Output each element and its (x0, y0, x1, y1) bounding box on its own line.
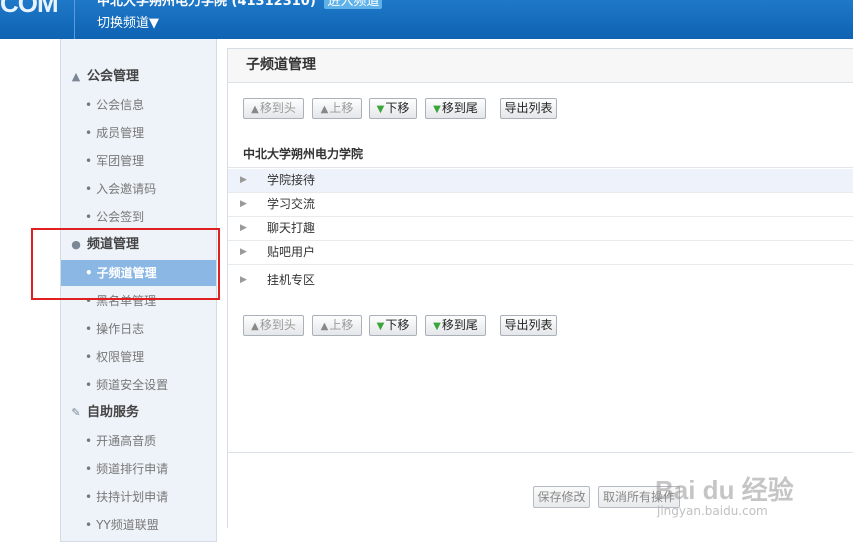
expand-arrow-icon[interactable]: ▶ (240, 169, 247, 192)
group-label: 公会管理 (87, 69, 140, 84)
sidebar-item-ranking[interactable]: • 频道排行申请 (61, 456, 216, 482)
expand-arrow-icon[interactable]: ▶ (240, 217, 247, 240)
subchannel-label: 挂机专区 (267, 273, 316, 287)
enter-channel-button[interactable]: 进入频道 (324, 0, 383, 9)
move-down-button[interactable]: ▼下移 (369, 98, 417, 119)
sidebar-item-label: 操作日志 (96, 322, 145, 336)
sidebar-item-yy-alliance[interactable]: • YY频道联盟 (61, 512, 216, 538)
expand-arrow-icon[interactable]: ▶ (240, 193, 247, 216)
sidebar-item-label: 开通高音质 (96, 434, 157, 448)
button-label: 移到尾 (441, 318, 478, 332)
brand-logo: COM (0, 0, 59, 18)
header-divider (74, 0, 75, 39)
wrench-icon: ✎ (71, 406, 81, 419)
org-row: 中北大学朔州电力学院 (228, 141, 853, 168)
button-label: 移到尾 (441, 101, 478, 115)
action-bar: 保存修改 取消所有操作 (228, 452, 853, 528)
subchannel-row[interactable]: ▶ 贴吧用户 (228, 241, 853, 265)
sidebar-item-invite-code[interactable]: • 入会邀请码 (61, 176, 216, 202)
sidebar-item-label: 成员管理 (96, 126, 145, 140)
save-changes-button[interactable]: 保存修改 (533, 486, 590, 508)
move-top-icon: ▲ (251, 104, 259, 115)
expand-arrow-icon[interactable]: ▶ (240, 241, 247, 264)
export-list-button[interactable]: 导出列表 (500, 98, 557, 119)
top-header: COM 中北大学朔州电力学院 (41312310) 进入频道 切换频道▼ (0, 0, 853, 39)
subchannel-label: 聊天打趣 (267, 221, 316, 235)
switch-channel-dropdown[interactable]: 切换频道▼ (97, 12, 159, 31)
sidebar-item-label: 入会邀请码 (96, 182, 157, 196)
subchannel-label: 学习交流 (267, 197, 316, 211)
arrow-up-icon: ▲ (320, 104, 329, 115)
subchannel-row[interactable]: ▶ 挂机专区 (228, 265, 853, 296)
channel-title: 中北大学朔州电力学院 (41312310) 进入频道 (97, 0, 383, 9)
button-label: 下移 (385, 101, 410, 115)
sidebar-item-label: 频道排行申请 (96, 462, 169, 476)
move-bottom-button[interactable]: ▼移到尾 (425, 98, 486, 119)
move-up-button[interactable]: ▲上移 (312, 315, 362, 336)
sidebar-item-label: YY频道联盟 (96, 518, 159, 532)
sidebar-item-label: 扶持计划申请 (96, 490, 169, 504)
sidebar-item-security[interactable]: • 频道安全设置 (61, 372, 216, 398)
move-up-button[interactable]: ▲上移 (312, 98, 362, 119)
main-panel: 子频道管理 ▲移到头 ▲上移 ▼下移 ▼移到尾 导出列表 中北大学朔州电力学院 … (227, 48, 853, 528)
subchannel-row[interactable]: ▶ 学习交流 (228, 193, 853, 217)
sidebar-item-label: 频道安全设置 (96, 378, 169, 392)
arrow-up-icon: ▲ (320, 321, 329, 332)
move-bottom-button[interactable]: ▼移到尾 (425, 315, 486, 336)
arrow-down-icon: ▼ (376, 321, 385, 332)
channel-name: 中北大学朔州电力学院 (41312310) (97, 0, 316, 9)
button-label: 上移 (329, 101, 354, 115)
org-name: 中北大学朔州电力学院 (243, 147, 364, 161)
button-label: 移到头 (259, 101, 296, 115)
sidebar-item-label: 公会信息 (96, 98, 145, 112)
sidebar-item-label: 公会签到 (96, 210, 145, 224)
group-guild-management: ▲ 公会管理 (69, 66, 139, 88)
group-self-service: ✎ 自助服务 (69, 402, 139, 424)
group-label: 自助服务 (87, 405, 140, 420)
sidebar-item-logs[interactable]: • 操作日志 (61, 316, 216, 342)
button-label: 导出列表 (504, 101, 553, 115)
sidebar-item-members[interactable]: • 成员管理 (61, 120, 216, 146)
expand-arrow-icon[interactable]: ▶ (240, 265, 247, 296)
export-list-button[interactable]: 导出列表 (500, 315, 557, 336)
subchannel-row[interactable]: ▶ 学院接待 (228, 169, 853, 193)
sidebar-item-hq-audio[interactable]: • 开通高音质 (61, 428, 216, 454)
move-top-button[interactable]: ▲移到头 (243, 98, 304, 119)
sidebar-item-label: 军团管理 (96, 154, 145, 168)
subchannel-label: 学院接待 (267, 173, 316, 187)
cancel-all-button[interactable]: 取消所有操作 (598, 486, 680, 508)
move-top-button[interactable]: ▲移到头 (243, 315, 304, 336)
button-label: 下移 (385, 318, 410, 332)
page-title: 子频道管理 (246, 57, 316, 73)
button-label: 上移 (329, 318, 354, 332)
arrow-down-icon: ▼ (376, 104, 385, 115)
move-top-icon: ▲ (251, 321, 259, 332)
sidebar-item-legion[interactable]: • 军团管理 (61, 148, 216, 174)
button-label: 移到头 (259, 318, 296, 332)
sidebar-item-guild-info[interactable]: • 公会信息 (61, 92, 216, 118)
move-bottom-icon: ▼ (433, 104, 441, 115)
panel-header: 子频道管理 (228, 49, 853, 83)
subchannel-row[interactable]: ▶ 聊天打趣 (228, 217, 853, 241)
sidebar-item-checkin[interactable]: • 公会签到 (61, 204, 216, 230)
highlight-annotation (31, 228, 220, 300)
move-bottom-icon: ▼ (433, 321, 441, 332)
sidebar-item-label: 权限管理 (96, 350, 145, 364)
subchannel-label: 贴吧用户 (267, 245, 316, 259)
sidebar-item-permissions[interactable]: • 权限管理 (61, 344, 216, 370)
button-label: 导出列表 (504, 318, 553, 332)
home-icon: ▲ (71, 70, 81, 83)
move-down-button[interactable]: ▼下移 (369, 315, 417, 336)
sidebar-item-support-plan[interactable]: • 扶持计划申请 (61, 484, 216, 510)
